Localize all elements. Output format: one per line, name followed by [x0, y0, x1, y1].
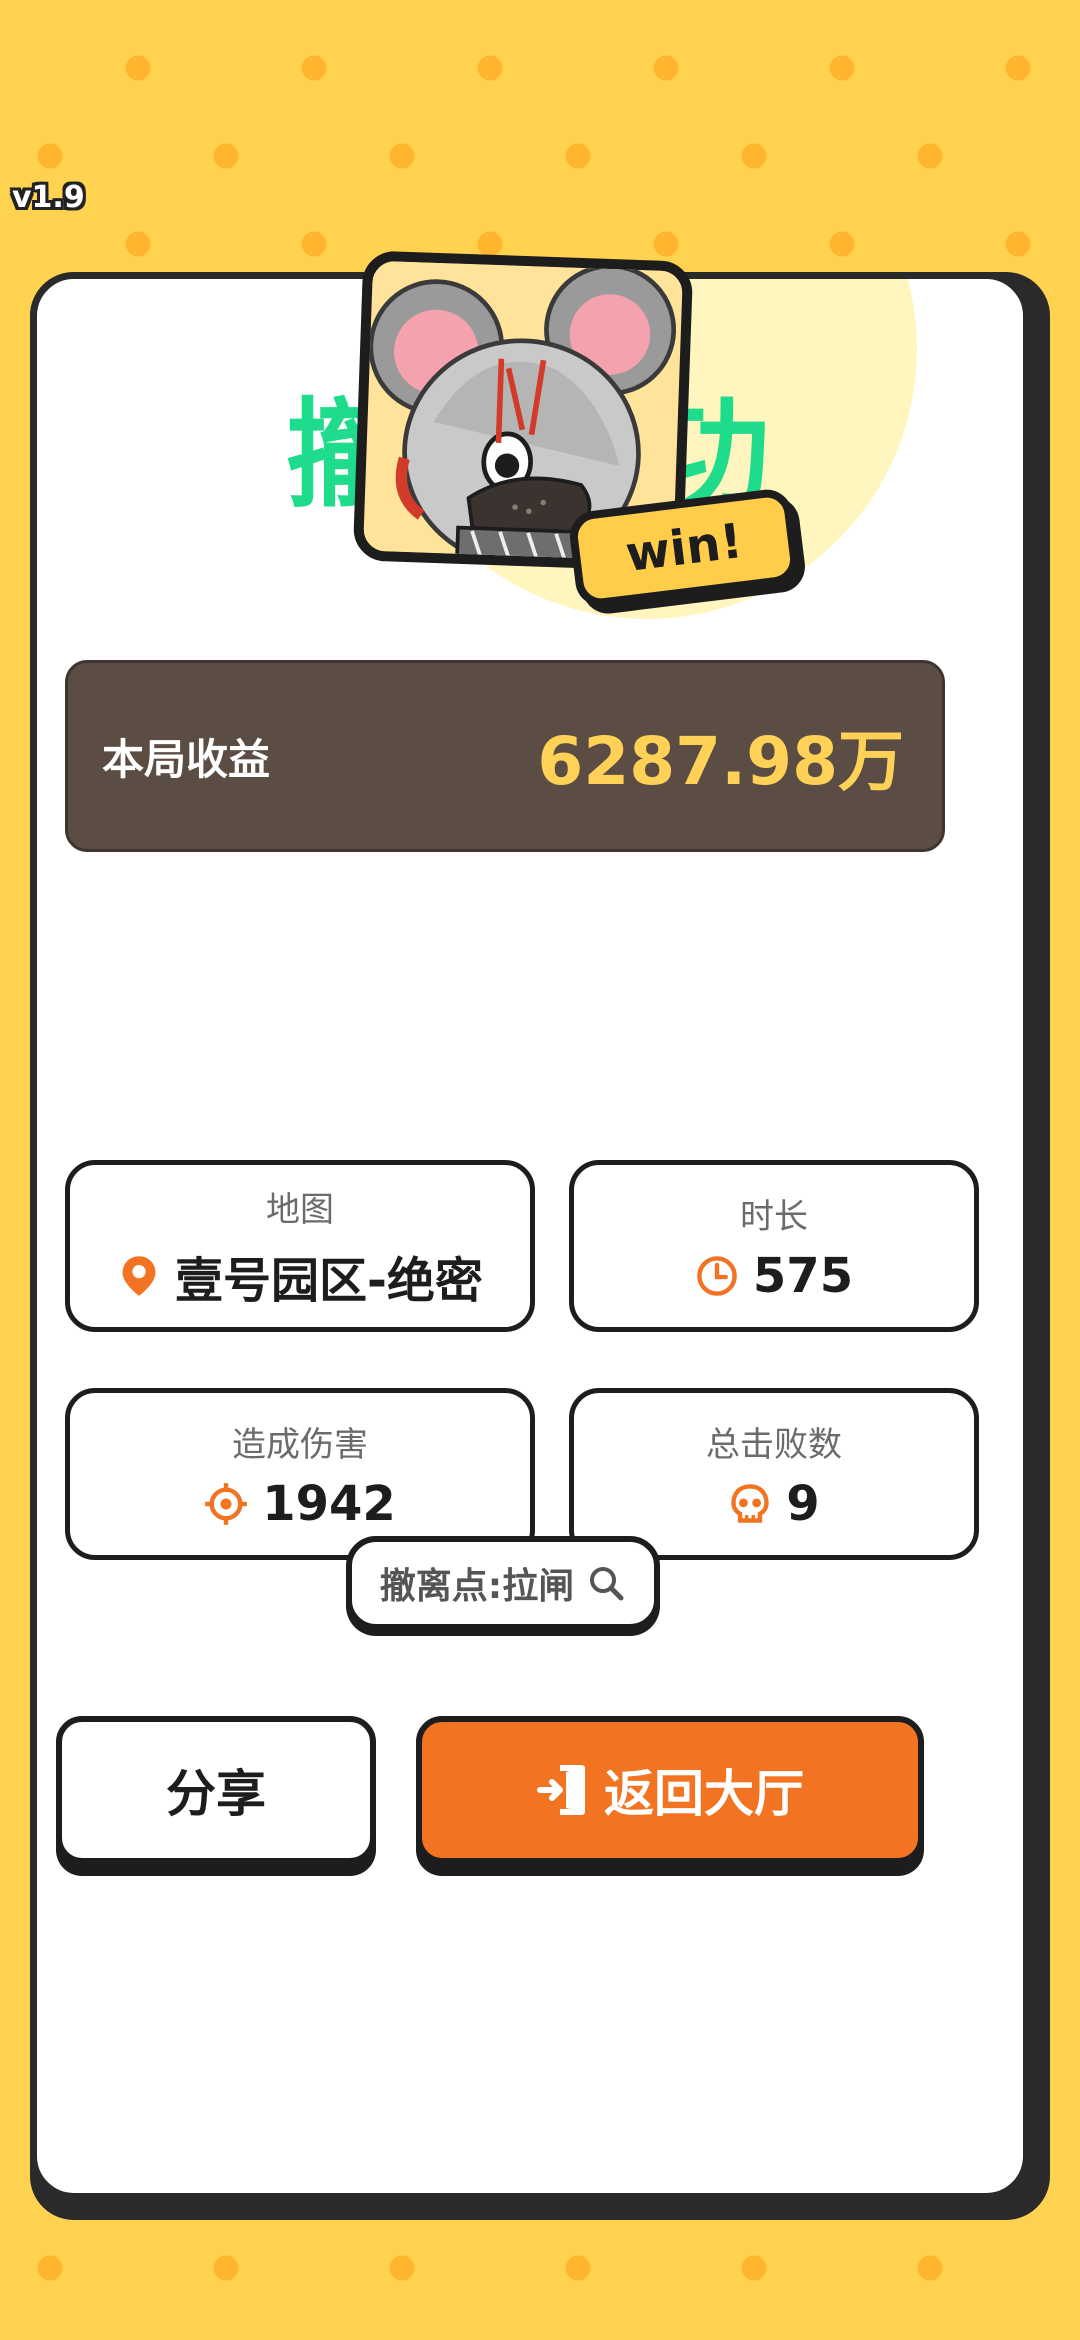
location-pin-icon — [122, 1255, 156, 1296]
stat-damage: 造成伤害 1942 — [65, 1388, 535, 1560]
earnings-panel: 本局收益 6287.98万 — [65, 660, 945, 852]
earnings-value: 6287.98万 — [537, 723, 904, 800]
share-button[interactable]: 分享 — [56, 1716, 376, 1864]
stat-damage-value: 1942 — [262, 1475, 396, 1532]
return-lobby-button-label: 返回大厅 — [604, 1765, 804, 1823]
return-lobby-button[interactable]: 返回大厅 — [416, 1716, 924, 1864]
magnifier-icon — [590, 1567, 624, 1601]
extraction-point-text: 撤离点:拉闸 — [379, 1566, 575, 1607]
stat-duration-value: 575 — [752, 1247, 854, 1304]
stat-map: 地图 壹号园区-绝密 — [65, 1160, 535, 1332]
stat-damage-label: 造成伤害 — [232, 1424, 368, 1465]
crosshair-icon — [205, 1482, 248, 1525]
stat-kills: 总击败数 9 — [569, 1388, 979, 1560]
stat-kills-value: 9 — [786, 1475, 820, 1532]
earnings-label: 本局收益 — [102, 734, 271, 784]
skull-icon — [731, 1483, 769, 1523]
stat-duration-label: 时长 — [740, 1196, 808, 1237]
exit-door-icon — [537, 1765, 585, 1815]
stat-map-value: 壹号园区-绝密 — [175, 1252, 483, 1309]
stat-map-label: 地图 — [266, 1189, 334, 1230]
clock-icon — [697, 1255, 737, 1296]
stat-duration: 时长 575 — [569, 1160, 979, 1332]
stat-kills-label: 总击败数 — [706, 1424, 842, 1465]
extraction-point-chip[interactable]: 撤离点:拉闸 — [346, 1536, 660, 1630]
share-button-label: 分享 — [166, 1765, 266, 1823]
version-label: v1.9 — [12, 180, 85, 215]
